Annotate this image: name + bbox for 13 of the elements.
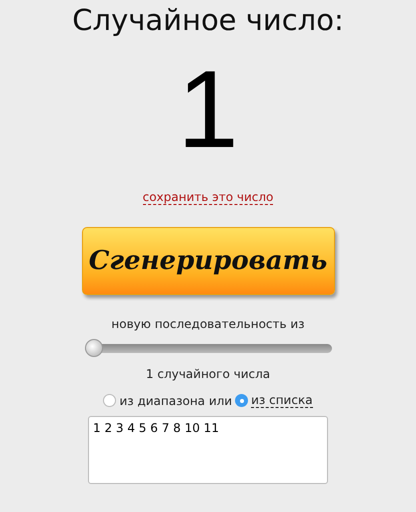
save-number-link[interactable]: сохранить это число [142, 190, 274, 205]
radio-button[interactable] [235, 394, 248, 407]
radio-button[interactable] [103, 394, 116, 407]
count-label: 1 случайного числа [146, 366, 270, 383]
random-number: 1 [177, 50, 239, 170]
generate-button[interactable]: Сгенерировать [82, 227, 334, 295]
sequence-label: новую последовательность из [111, 316, 305, 333]
list-field[interactable]: 1 2 3 4 5 6 7 8 10 11 [88, 416, 328, 484]
page-title: Случайное число: [72, 2, 344, 38]
radio-label[interactable]: из диапазона или [119, 394, 232, 408]
radio-label[interactable]: из списка [251, 393, 313, 408]
count-slider[interactable] [84, 339, 332, 357]
slider-thumb[interactable] [84, 339, 102, 357]
